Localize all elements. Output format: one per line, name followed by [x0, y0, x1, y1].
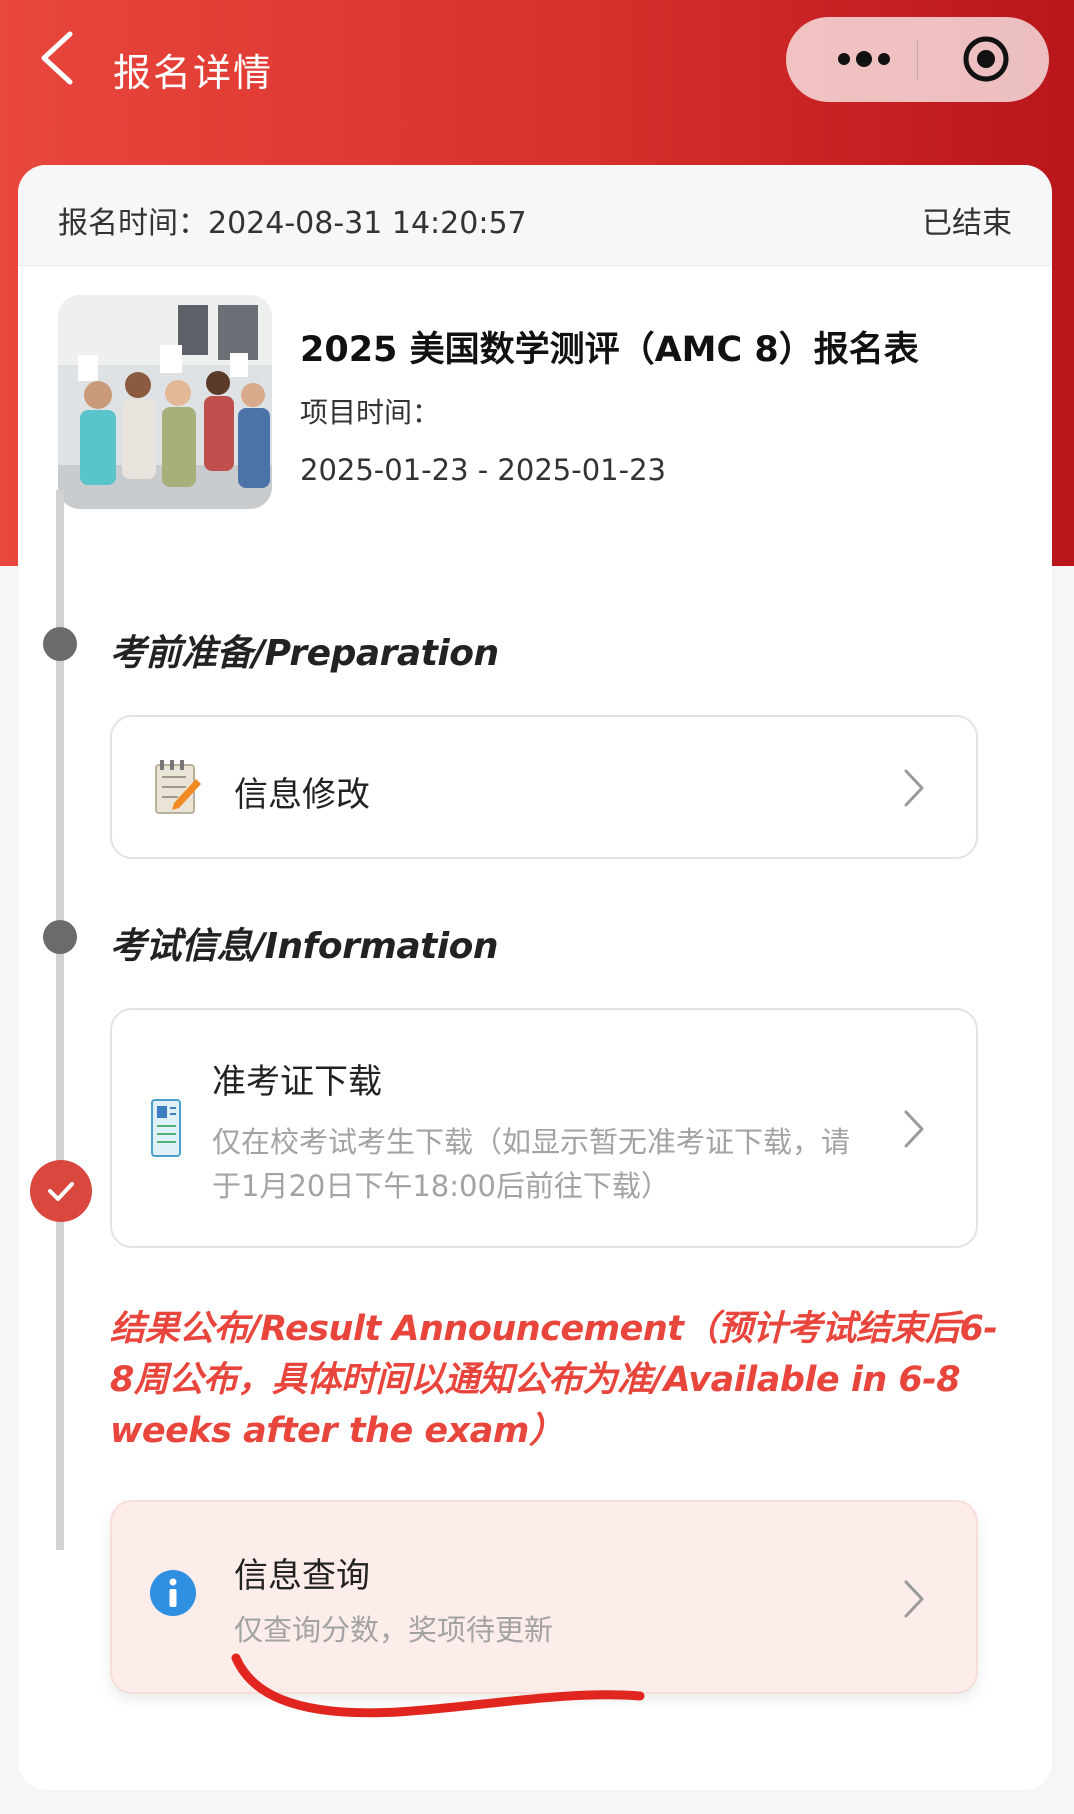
admission-ticket-label: 准考证下载	[212, 1062, 382, 1102]
more-icon[interactable]	[814, 31, 914, 87]
step-title-preparation: 考前准备/Preparation	[110, 633, 499, 674]
checkmark-icon	[48, 1182, 74, 1201]
timeline-dot	[43, 920, 77, 954]
info-query-note: 仅查询分数，奖项待更新	[234, 1613, 554, 1647]
status-badge: 已结束	[922, 206, 1012, 241]
info-icon	[150, 1570, 196, 1616]
project-time-label: 项目时间：	[300, 396, 441, 429]
step-title-information: 考试信息/Information	[110, 926, 499, 967]
step-title-result: 结果公布/Result Announcement（预计考试结束后6-8周公布，具…	[110, 1309, 998, 1451]
mini-program-capsule	[786, 17, 1049, 102]
chevron-right-icon	[904, 769, 924, 807]
hand-drawn-underline	[231, 1653, 645, 1718]
close-target-icon[interactable]	[936, 31, 1026, 87]
chevron-right-icon	[904, 1580, 924, 1618]
registration-time: 报名时间：2024-08-31 14:20:57	[58, 206, 527, 241]
back-arrow-icon[interactable]	[36, 28, 80, 88]
admission-ticket-row[interactable]: 准考证下载 仅在校考试考生下载（如显示暂无准考证下载，请于1月20日下午18:0…	[110, 1008, 978, 1248]
project-cover-image	[58, 295, 272, 509]
registration-info-bar: 报名时间：2024-08-31 14:20:57 已结束	[18, 165, 1052, 266]
timeline-dot	[43, 627, 77, 661]
project-time-range: 2025-01-23 - 2025-01-23	[300, 453, 666, 487]
capsule-divider	[917, 39, 918, 81]
chevron-right-icon	[904, 1110, 924, 1148]
info-query-label: 信息查询	[234, 1556, 370, 1596]
admission-ticket-icon	[151, 1099, 181, 1157]
page-title: 报名详情	[113, 51, 274, 95]
edit-info-label: 信息修改	[234, 775, 370, 815]
project-title: 2025 美国数学测评（AMC 8）报名表	[300, 330, 919, 370]
edit-info-row[interactable]: 信息修改	[110, 715, 978, 859]
admission-ticket-note: 仅在校考试考生下载（如显示暂无准考证下载，请于1月20日下午18:00后前往下载…	[212, 1125, 851, 1203]
edit-notepad-icon	[155, 760, 201, 814]
timeline-check-dot	[30, 1160, 92, 1222]
